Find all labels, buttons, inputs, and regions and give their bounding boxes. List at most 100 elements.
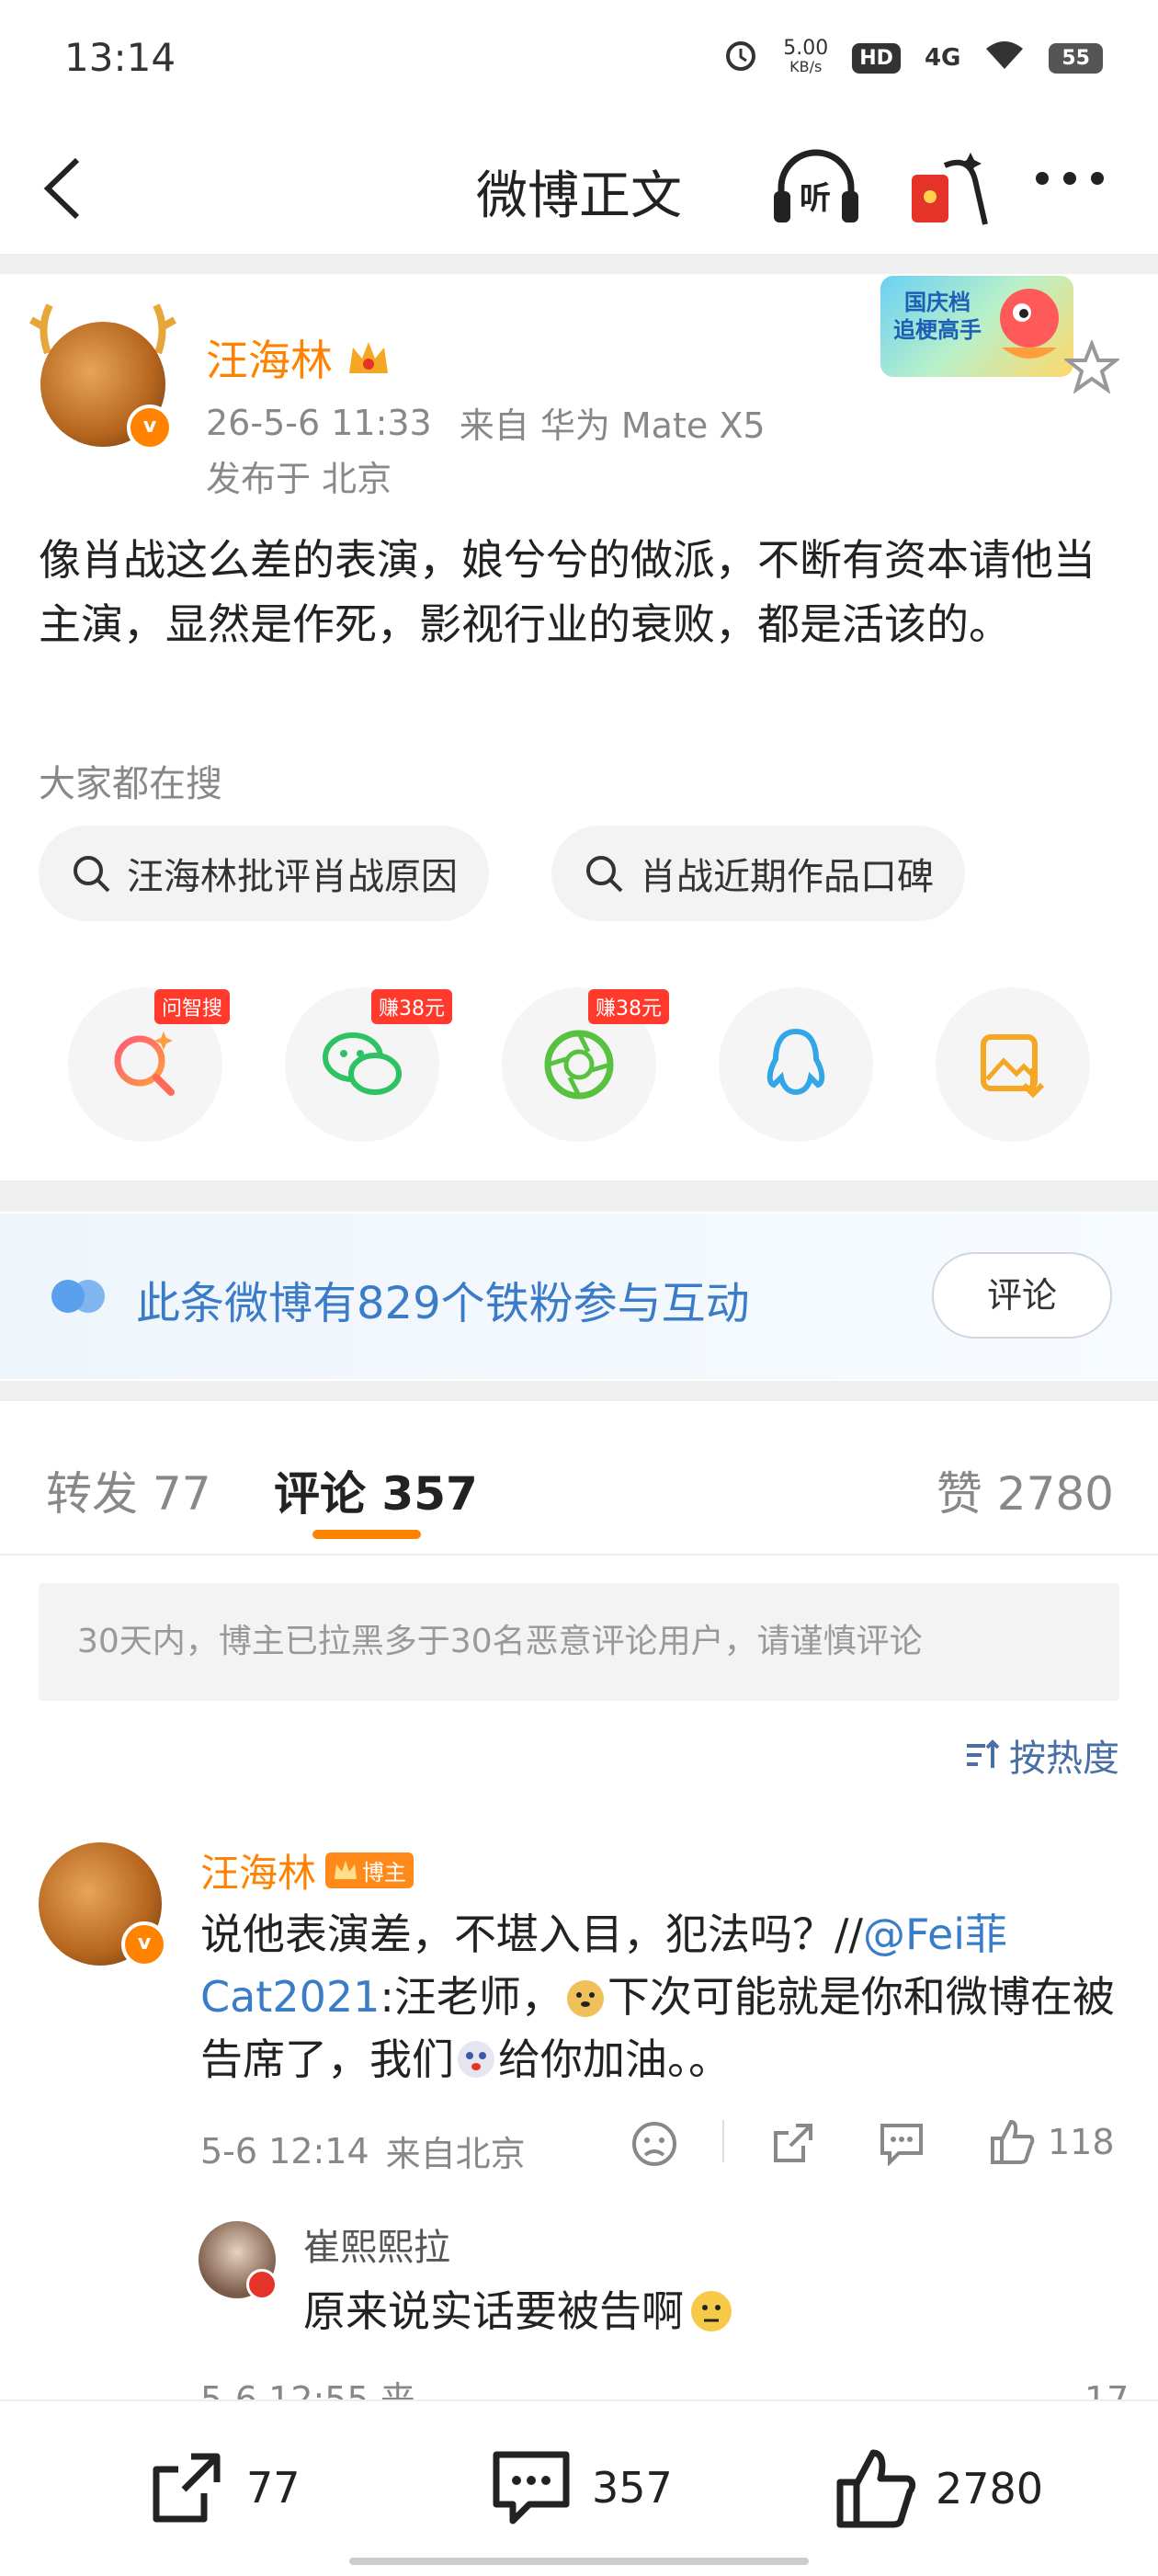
comment-author-name[interactable]: 汪海林	[200, 1842, 316, 1898]
search-icon	[586, 856, 623, 893]
member-badge-icon	[246, 2269, 278, 2300]
sort-icon	[967, 1739, 1000, 1768]
holiday-badge-top: 国庆档	[904, 290, 971, 315]
thinking-emoji-icon	[691, 2291, 732, 2331]
ai-search-tag: 问智搜	[154, 989, 231, 1024]
nav-bar: 微博正文 听	[0, 120, 1158, 248]
search-chip-label: 肖战近期作品口碑	[640, 856, 934, 898]
comment-text: 说他表演差，不堪入目，犯法吗？//@Fei菲Cat2021:汪老师， 下次可能就是…	[200, 1903, 1119, 2091]
search-chip-label: 汪海林批评肖战原因	[127, 856, 458, 898]
blogger-badge: 博主	[325, 1852, 414, 1888]
fans-banner: 此条微博有829个铁粉参与互动 评论	[0, 1214, 1158, 1379]
network-speed-value: 5.00	[783, 37, 829, 60]
more-options-button[interactable]	[1033, 169, 1107, 191]
reply-text: 原来说实话要被告啊	[303, 2286, 684, 2336]
status-bar: 13:14 5.00 KB/s HD 4G 55	[0, 0, 1158, 120]
ai-search-icon	[114, 1032, 175, 1096]
battery-indicator: 55	[1049, 42, 1103, 74]
comment-text-part: :汪老师，	[380, 1972, 563, 2022]
post-author-row: 汪海林	[206, 327, 392, 388]
divider	[722, 2120, 724, 2162]
mascot-icon	[1000, 289, 1059, 359]
reply-bubble-icon	[880, 2124, 923, 2167]
hd-badge: HD	[852, 42, 901, 74]
tab-active-indicator	[312, 1530, 421, 1539]
qq-share-button[interactable]	[719, 987, 873, 1142]
verified-badge-icon: v	[127, 405, 173, 450]
comment-like-count: 118	[1048, 2122, 1115, 2162]
reply-like-count-partial: 17	[1084, 2379, 1130, 2399]
frown-face-icon	[632, 2122, 676, 2166]
comment-text-part: 给你加油。。	[498, 2035, 731, 2084]
home-indicator[interactable]	[349, 2558, 809, 2565]
tab-repost[interactable]: 转发 77	[46, 1457, 211, 1523]
reply-text-row: 原来说实话要被告啊	[303, 2280, 735, 2342]
alarm-icon	[722, 37, 759, 79]
red-packet-button[interactable]	[906, 147, 989, 234]
favorite-star-button[interactable]	[1062, 338, 1121, 397]
bottom-like-button[interactable]: 2780	[834, 2447, 1043, 2530]
comment-author-row: 汪海林 博主	[200, 1842, 414, 1898]
comment-reply-button[interactable]	[877, 2120, 926, 2170]
search-chip-2[interactable]: 肖战近期作品口碑	[551, 826, 965, 921]
bottom-repost-count: 77	[246, 2463, 301, 2513]
tab-comment[interactable]: 评论 357	[274, 1457, 478, 1523]
fans-comment-button[interactable]: 评论	[932, 1252, 1112, 1339]
more-dots-icon	[1036, 172, 1104, 185]
status-time: 13:14	[64, 35, 176, 80]
post-meta: 26-5-6 11:33 来自 华为 Mate X5	[206, 397, 766, 448]
comment-meta: 5-6 12:14 来自北京	[200, 2126, 526, 2176]
verified-badge-icon: v	[121, 1921, 167, 1967]
dog-emoji-icon	[458, 2041, 494, 2078]
moments-reward-tag: 赚38元	[588, 989, 669, 1024]
status-icons: 5.00 KB/s HD 4G 55	[722, 37, 1103, 79]
holiday-badge[interactable]: 国庆档 追梗高手	[880, 276, 1073, 377]
search-heading: 大家都在搜	[39, 763, 222, 805]
bottom-like-count: 2780	[936, 2464, 1044, 2513]
holiday-badge-label: 国庆档 追梗高手	[890, 289, 985, 344]
divider	[0, 1381, 1158, 1401]
qq-penguin-icon	[766, 1028, 825, 1096]
network-type: 4G	[924, 44, 961, 72]
dislike-button[interactable]	[630, 2120, 678, 2171]
bottom-comment-count: 357	[592, 2463, 673, 2513]
search-chip-1[interactable]: 汪海林批评肖战原因	[39, 826, 489, 921]
bottom-action-bar: 77 357 2780	[0, 2399, 1158, 2576]
post-author-name[interactable]: 汪海林	[206, 327, 333, 388]
post-location: 发布于 北京	[206, 459, 392, 499]
sort-button[interactable]: 按热度	[963, 1728, 1119, 1782]
holiday-badge-bottom: 追梗高手	[893, 317, 982, 343]
post-text: 像肖战这么差的表演，娘兮兮的做派，不断有资本请他当主演，显然是作死，影视行业的衰…	[39, 535, 1096, 649]
save-image-button[interactable]	[936, 987, 1090, 1142]
thumbs-up-icon	[991, 2119, 1035, 2164]
fans-banner-text: 此条微博有829个铁粉参与互动	[136, 1278, 750, 1329]
comment-repost-button[interactable]	[768, 2118, 818, 2171]
listen-button[interactable]: 听	[770, 145, 862, 232]
crown-vip-icon	[349, 342, 388, 373]
post-datetime: 26-5-6 11:33	[206, 402, 432, 443]
comment-time: 5-6 12:14	[200, 2130, 369, 2171]
tab-like[interactable]: 赞 2780	[937, 1457, 1114, 1523]
bottom-repost-button[interactable]: 77	[147, 2447, 301, 2528]
network-speed: 5.00 KB/s	[783, 37, 829, 76]
red-packet-icon	[912, 153, 988, 225]
reply-author-name[interactable]: 崔熙熙拉	[303, 2217, 450, 2271]
fans-icon	[51, 1280, 105, 1313]
star-icon	[1062, 338, 1121, 394]
repost-icon	[774, 2124, 812, 2162]
search-icon	[74, 856, 110, 893]
divider	[0, 254, 1158, 274]
network-speed-unit: KB/s	[789, 58, 823, 75]
reply-meta-partial: 5-6 12:55 来	[200, 2379, 415, 2399]
listen-label: 听	[800, 180, 831, 217]
comment-like-button[interactable]: 118	[989, 2118, 1115, 2166]
divider	[0, 1554, 1158, 1556]
blogger-badge-label: 博主	[362, 1860, 407, 1886]
image-download-icon	[981, 1034, 1045, 1099]
post-source: 来自 华为 Mate X5	[459, 405, 766, 446]
bottom-comment-button[interactable]: 357	[489, 2447, 673, 2528]
divider	[0, 1180, 1158, 1212]
thumbs-up-icon	[836, 2449, 916, 2528]
comment-bubble-icon	[493, 2451, 570, 2525]
wifi-icon	[984, 40, 1025, 76]
